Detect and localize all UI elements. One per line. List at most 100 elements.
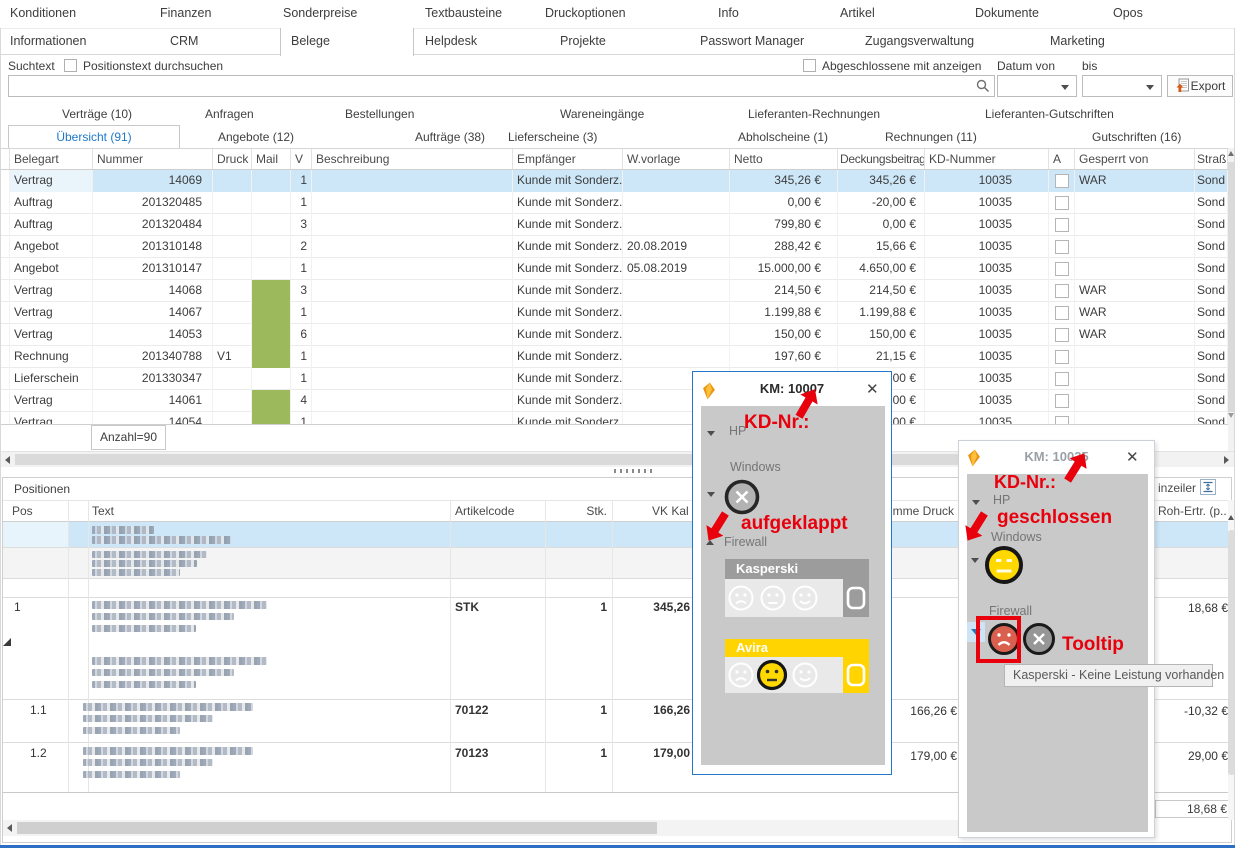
column-header-beschreibung[interactable]: Beschreibung — [312, 149, 513, 169]
row-height-icon[interactable] — [1200, 479, 1216, 498]
tab-marketing[interactable]: Marketing — [1050, 34, 1105, 48]
table-row[interactable]: Vertrag140671Kunde mit Sonderz...1.199,8… — [0, 302, 1228, 324]
tab-konditionen[interactable]: Konditionen — [10, 6, 76, 20]
tab-abholscheine[interactable]: Abholscheine (1) — [738, 130, 828, 144]
tab-gutschriften[interactable]: Gutschriften (16) — [1092, 130, 1181, 144]
rating-happy-icon[interactable] — [791, 661, 819, 692]
tab-sonderpreise[interactable]: Sonderpreise — [283, 6, 357, 20]
column-header-netto[interactable]: Netto — [730, 149, 838, 169]
checkbox[interactable] — [1055, 240, 1069, 254]
column-header-strasse[interactable]: Straß — [1195, 149, 1228, 169]
column-header-gesperrt-von[interactable]: Gesperrt von — [1075, 149, 1195, 169]
abgeschlossene-checkbox[interactable] — [803, 59, 816, 72]
pos-column-header-pos[interactable]: Pos — [12, 504, 33, 518]
search-input[interactable] — [8, 75, 995, 97]
pos-column-header-vk[interactable]: VK Kal — [652, 504, 689, 518]
positionstext-checkbox[interactable] — [64, 59, 77, 72]
table-row[interactable]: Rechnung201340788V11Kunde mit Sonderz...… — [0, 346, 1228, 368]
tab-helpdesk[interactable]: Helpdesk — [425, 34, 477, 48]
export-button[interactable]: Export — [1167, 75, 1233, 97]
table-row[interactable]: Vertrag140536Kunde mit Sonderz...150,00 … — [0, 324, 1228, 346]
column-header-deckungsbeitrag[interactable]: Deckungsbeitrag — [838, 149, 925, 169]
status-none-icon[interactable] — [1019, 619, 1059, 662]
tab-uebersicht-active[interactable]: Übersicht (91) — [8, 125, 180, 148]
checkbox[interactable] — [1055, 196, 1069, 210]
table-row[interactable]: Vertrag140691Kunde mit Sonderz...345,26 … — [0, 170, 1228, 192]
mail-flag-cell — [252, 346, 291, 368]
table-row[interactable]: Auftrag2013204851Kunde mit Sonderz...0,0… — [0, 192, 1228, 214]
column-header-nummer[interactable]: Nummer — [93, 149, 213, 169]
checkbox[interactable] — [1055, 328, 1069, 342]
checkbox[interactable] — [1055, 284, 1069, 298]
detail-expand-icon[interactable] — [3, 638, 11, 646]
table-row[interactable]: Vertrag140683Kunde mit Sonderz...214,50 … — [0, 280, 1228, 302]
tab-auftraege[interactable]: Aufträge (38) — [415, 130, 485, 144]
tab-zugangsverwaltung[interactable]: Zugangsverwaltung — [865, 34, 974, 48]
tab-textbausteine[interactable]: Textbausteine — [425, 6, 502, 20]
column-header-empfaenger[interactable]: Empfänger — [513, 149, 623, 169]
table-row[interactable]: Lieferschein2013303471Kunde mit Sonderz.… — [0, 368, 1228, 390]
tab-rechnungen[interactable]: Rechnungen (11) — [885, 130, 977, 144]
close-icon[interactable]: ✕ — [1126, 448, 1139, 466]
splitter-handle[interactable] — [614, 469, 654, 473]
tab-lieferanten-rechnungen[interactable]: Lieferanten-Rechnungen — [748, 107, 880, 121]
checkbox[interactable] — [1055, 372, 1069, 386]
column-header-wvorlage[interactable]: W.vorlage — [623, 149, 730, 169]
table-row[interactable]: Auftrag2013204843Kunde mit Sonderz...799… — [0, 214, 1228, 236]
datum-von-combobox[interactable] — [997, 75, 1077, 97]
checkbox[interactable] — [1055, 306, 1069, 320]
pos-column-header-roh-ertrag[interactable]: Roh-Ertr. (p.. — [1158, 504, 1227, 518]
column-header-druck[interactable]: Druck — [213, 149, 252, 169]
column-header-mail[interactable]: Mail — [252, 149, 291, 169]
pos-column-header-text[interactable]: Text — [92, 504, 114, 518]
table-row[interactable]: Vertrag140541Kunde mit Sonderz...0,00 €1… — [0, 412, 1228, 424]
checkbox[interactable] — [1055, 394, 1069, 408]
table-row[interactable]: Angebot2013101471Kunde mit Sonderz...05.… — [0, 258, 1228, 280]
tab-artikel[interactable]: Artikel — [840, 6, 875, 20]
collapse-arrow-icon[interactable] — [972, 500, 980, 505]
tab-passwort-manager[interactable]: Passwort Manager — [700, 34, 804, 48]
tab-anfragen[interactable]: Anfragen — [205, 107, 254, 121]
tab-bestellungen[interactable]: Bestellungen — [345, 107, 414, 121]
column-header-belegart[interactable]: Belegart — [10, 149, 93, 169]
tab-wareneingaenge[interactable]: Wareneingänge — [560, 107, 644, 121]
rating-neutral-icon[interactable] — [759, 584, 787, 615]
tab-angebote[interactable]: Angebote (12) — [218, 130, 294, 144]
rating-sad-icon[interactable] — [727, 661, 755, 692]
collapse-arrow-icon[interactable] — [707, 431, 715, 436]
column-header-kd-nummer[interactable]: KD-Nummer — [925, 149, 1049, 169]
tab-lieferanten-gutschriften[interactable]: Lieferanten-Gutschriften — [985, 107, 1114, 121]
tab-opos[interactable]: Opos — [1113, 6, 1143, 20]
checkbox[interactable] — [1055, 174, 1069, 188]
tab-info[interactable]: Info — [718, 6, 739, 20]
checkbox[interactable] — [1055, 350, 1069, 364]
checkbox[interactable] — [1055, 416, 1069, 424]
rating-sad-icon[interactable] — [727, 584, 755, 615]
no-rating-button[interactable] — [843, 579, 869, 617]
column-header-a[interactable]: A — [1049, 149, 1075, 169]
collapse-arrow-icon[interactable] — [971, 558, 979, 563]
tab-dokumente[interactable]: Dokumente — [975, 6, 1039, 20]
tab-vertraege[interactable]: Verträge (10) — [62, 107, 132, 121]
bis-combobox[interactable] — [1082, 75, 1162, 97]
tab-belege-active[interactable]: Belege — [280, 28, 414, 56]
pos-column-header-artikelcode[interactable]: Artikelcode — [455, 504, 514, 518]
close-icon[interactable]: ✕ — [866, 380, 879, 398]
tab-projekte[interactable]: Projekte — [560, 34, 606, 48]
pos-column-header-stk[interactable]: Stk. — [545, 504, 607, 518]
tab-lieferscheine[interactable]: Lieferscheine (3) — [508, 130, 597, 144]
tab-informationen[interactable]: Informationen — [10, 34, 86, 48]
checkbox[interactable] — [1055, 262, 1069, 276]
tab-finanzen[interactable]: Finanzen — [160, 6, 211, 20]
column-header-v[interactable]: V — [291, 149, 312, 169]
rating-happy-icon[interactable] — [791, 584, 819, 615]
tab-crm[interactable]: CRM — [170, 34, 198, 48]
table-row[interactable]: Vertrag140614Kunde mit Sonderz...0,00 €1… — [0, 390, 1228, 412]
status-neutral-icon[interactable] — [982, 543, 1026, 590]
collapse-arrow-icon[interactable] — [707, 492, 715, 497]
no-rating-button[interactable] — [843, 657, 869, 693]
checkbox[interactable] — [1055, 218, 1069, 232]
table-row[interactable]: Angebot2013101482Kunde mit Sonderz...20.… — [0, 236, 1228, 258]
tab-druckoptionen[interactable]: Druckoptionen — [545, 6, 626, 20]
rating-neutral-selected-icon[interactable] — [755, 658, 789, 695]
